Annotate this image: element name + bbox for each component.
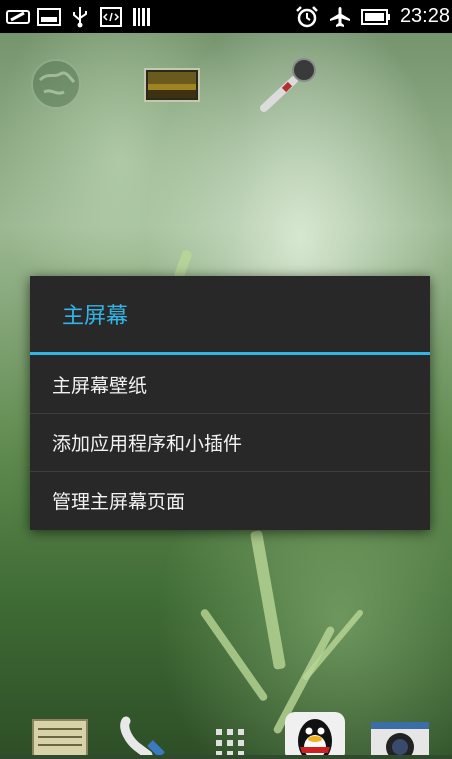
airplane-mode-icon xyxy=(328,6,352,28)
status-bar: 23:28 xyxy=(0,0,452,33)
barcode-icon xyxy=(130,6,154,28)
alarm-icon xyxy=(295,5,319,28)
battery-icon xyxy=(360,6,391,28)
phone-icon[interactable] xyxy=(118,715,170,759)
microphone-icon[interactable] xyxy=(258,56,320,112)
code-icon xyxy=(99,6,123,28)
menu-item-manage-pages[interactable]: 管理主屏幕页面 xyxy=(30,471,430,529)
globe-icon[interactable] xyxy=(30,58,82,110)
usb-storage-icon xyxy=(6,6,30,28)
status-time: 23:28 xyxy=(399,5,450,27)
usb-icon xyxy=(68,6,92,28)
menu-title: 主屏幕 xyxy=(30,276,430,355)
notes-icon[interactable] xyxy=(32,719,88,759)
gallery-icon[interactable] xyxy=(144,68,200,102)
app-grid-icon[interactable] xyxy=(214,727,246,757)
qq-icon[interactable] xyxy=(284,711,346,759)
image-icon xyxy=(37,6,61,28)
menu-item-add-apps-widgets[interactable]: 添加应用程序和小插件 xyxy=(30,413,430,471)
menu-item-wallpaper[interactable]: 主屏幕壁纸 xyxy=(30,355,430,413)
home-screen-menu: 主屏幕 主屏幕壁纸 添加应用程序和小插件 管理主屏幕页面 xyxy=(30,276,430,530)
camera-icon[interactable] xyxy=(370,721,430,759)
dock xyxy=(0,705,452,759)
